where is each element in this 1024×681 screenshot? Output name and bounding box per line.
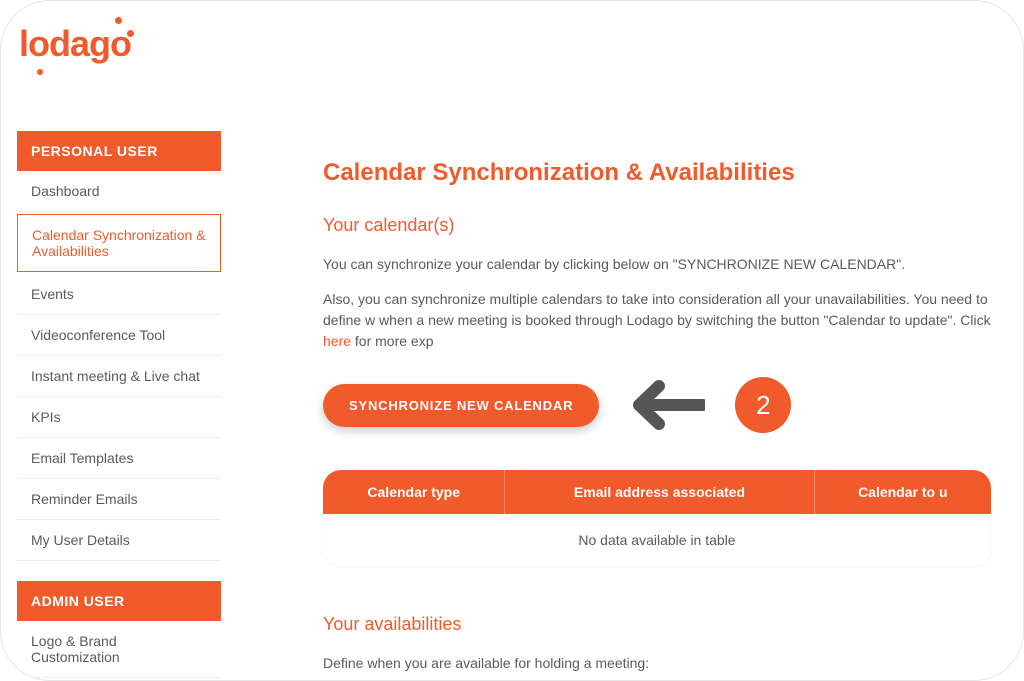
page-title: Calendar Synchronization & Availabilitie…	[323, 159, 991, 187]
col-calendar-to-update: Calendar to u	[814, 470, 991, 514]
sidebar-item-dashboard[interactable]: Dashboard	[17, 171, 221, 212]
calendars-desc-2: Also, you can synchronize multiple calen…	[323, 289, 991, 352]
sidebar: PERSONAL USER Dashboard Calendar Synchro…	[17, 131, 221, 681]
sidebar-item-kpis[interactable]: KPIs	[17, 397, 221, 438]
sidebar-item-calendar-sync[interactable]: Calendar Synchronization & Availabilitie…	[17, 214, 221, 272]
brand-logo: lodago	[19, 23, 131, 65]
sidebar-item-email-templates[interactable]: Email Templates	[17, 438, 221, 479]
availabilities-heading: Your availabilities	[323, 614, 991, 635]
calendars-desc-1: You can synchronize your calendar by cli…	[323, 254, 991, 275]
step-badge: 2	[735, 377, 791, 433]
calendars-heading: Your calendar(s)	[323, 215, 991, 236]
sidebar-item-events[interactable]: Events	[17, 274, 221, 315]
sidebar-item-instant-meeting[interactable]: Instant meeting & Live chat	[17, 356, 221, 397]
calendars-table: Calendar type Email address associated C…	[323, 470, 991, 566]
arrow-left-icon	[629, 376, 705, 434]
here-link[interactable]: here	[323, 333, 351, 349]
sidebar-item-videoconference[interactable]: Videoconference Tool	[17, 315, 221, 356]
col-calendar-type: Calendar type	[323, 470, 505, 514]
sidebar-item-reminder-emails[interactable]: Reminder Emails	[17, 479, 221, 520]
availabilities-desc: Define when you are available for holdin…	[323, 653, 991, 674]
sidebar-header-admin: ADMIN USER	[17, 581, 221, 621]
sidebar-item-brand-customization[interactable]: Logo & Brand Customization	[17, 621, 221, 678]
col-email-associated: Email address associated	[505, 470, 814, 514]
main-panel: Calendar Synchronization & Availabilitie…	[291, 131, 1023, 681]
sidebar-header-personal: PERSONAL USER	[17, 131, 221, 171]
synchronize-new-calendar-button[interactable]: SYNCHRONIZE NEW CALENDAR	[323, 384, 599, 427]
table-empty-message: No data available in table	[323, 514, 991, 566]
sidebar-item-user-details[interactable]: My User Details	[17, 520, 221, 561]
